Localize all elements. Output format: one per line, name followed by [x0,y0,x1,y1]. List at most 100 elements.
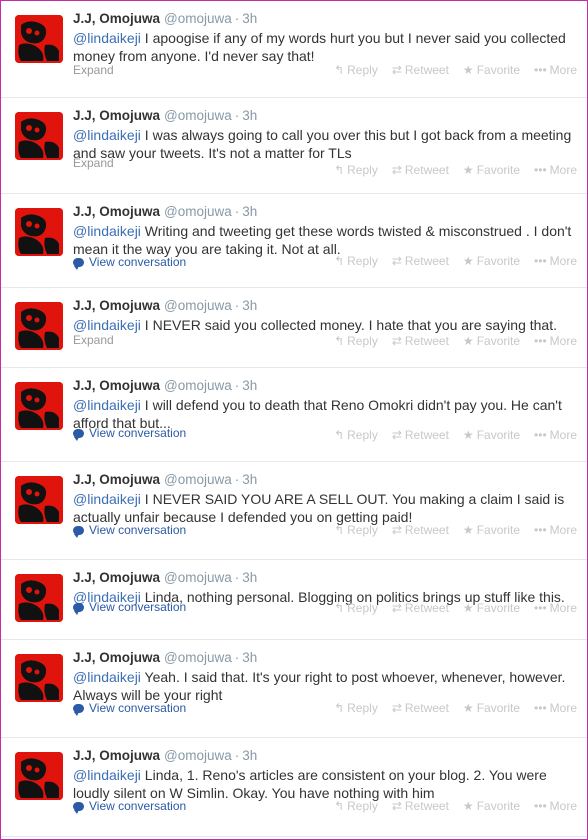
author-handle[interactable]: @omojuwa [164,204,232,219]
timestamp[interactable]: 3h [242,298,257,313]
reply-button[interactable]: ↰ Reply [334,701,378,715]
view-conversation-link[interactable]: View conversation [73,426,186,441]
reply-button[interactable]: ↰ Reply [334,799,378,813]
avatar[interactable] [15,112,63,160]
mention-link[interactable]: @lindaikeji [73,30,141,46]
favorite-button[interactable]: ★ Favorite [463,163,520,177]
timestamp[interactable]: 3h [242,650,257,665]
timestamp[interactable]: 3h [242,472,257,487]
author-handle[interactable]: @omojuwa [164,108,232,123]
author-handle[interactable]: @omojuwa [164,748,232,763]
tweet[interactable]: J.J, Omojuwa @omojuwa · 3h @lindaikeji I wil… [1,368,587,462]
more-button[interactable]: ••• More [534,63,577,77]
retweet-button[interactable]: ⇄ Retweet [392,63,449,77]
reply-button[interactable]: ↰ Reply [334,334,378,348]
reply-button[interactable]: ↰ Reply [334,63,378,77]
reply-button[interactable]: ↰ Reply [334,254,378,268]
expand-link[interactable]: Expand [73,333,114,347]
favorite-button[interactable]: ★ Favorite [463,523,520,537]
timestamp[interactable]: 3h [242,378,257,393]
retweet-button[interactable]: ⇄ Retweet [392,334,449,348]
favorite-label: Favorite [476,334,521,348]
tweet[interactable]: J.J, Omojuwa @omojuwa · 3h @lindaikeji I NEV… [1,462,587,560]
avatar[interactable] [15,208,63,256]
more-button[interactable]: ••• More [534,163,577,177]
view-conversation-link[interactable]: View conversation [73,255,186,270]
reply-button[interactable]: ↰ Reply [334,163,378,177]
tweet[interactable]: J.J, Omojuwa @omojuwa · 3h @lindaikeji I apo… [1,1,587,98]
reply-button[interactable]: ↰ Reply [334,523,378,537]
tweet[interactable]: J.J, Omojuwa @omojuwa · 3h @lindaikeji Yeah.… [1,640,587,738]
favorite-button[interactable]: ★ Favorite [463,63,520,77]
view-conversation-link[interactable]: View conversation [73,799,186,814]
favorite-button[interactable]: ★ Favorite [463,799,520,813]
mention-link[interactable]: @lindaikeji [73,223,141,239]
retweet-button[interactable]: ⇄ Retweet [392,601,449,615]
retweet-button[interactable]: ⇄ Retweet [392,701,449,715]
timestamp[interactable]: 3h [242,11,257,26]
avatar[interactable] [15,382,63,430]
author-name[interactable]: J.J, Omojuwa [73,472,160,487]
author-name[interactable]: J.J, Omojuwa [73,650,160,665]
tweet[interactable]: J.J, Omojuwa @omojuwa · 3h @lindaikeji Linda… [1,738,587,837]
avatar[interactable] [15,752,63,800]
mention-link[interactable]: @lindaikeji [73,491,141,507]
author-name[interactable]: J.J, Omojuwa [73,298,160,313]
mention-link[interactable]: @lindaikeji [73,669,141,685]
retweet-button[interactable]: ⇄ Retweet [392,254,449,268]
avatar[interactable] [15,476,63,524]
more-button[interactable]: ••• More [534,334,577,348]
view-conversation-link[interactable]: View conversation [73,701,186,716]
more-button[interactable]: ••• More [534,523,577,537]
more-button[interactable]: ••• More [534,601,577,615]
favorite-button[interactable]: ★ Favorite [463,334,520,348]
more-button[interactable]: ••• More [534,701,577,715]
author-name[interactable]: J.J, Omojuwa [73,204,160,219]
author-handle[interactable]: @omojuwa [164,298,232,313]
author-name[interactable]: J.J, Omojuwa [73,108,160,123]
author-handle[interactable]: @omojuwa [164,472,232,487]
favorite-button[interactable]: ★ Favorite [463,601,520,615]
more-button[interactable]: ••• More [534,254,577,268]
tweet[interactable]: J.J, Omojuwa @omojuwa · 3h @lindaikeji Writi… [1,194,587,288]
reply-button[interactable]: ↰ Reply [334,601,378,615]
timestamp[interactable]: 3h [242,570,257,585]
author-name[interactable]: J.J, Omojuwa [73,748,160,763]
view-conversation-link[interactable]: View conversation [73,600,186,615]
tweet[interactable]: J.J, Omojuwa @omojuwa · 3h @lindaikeji Linda… [1,560,587,640]
more-button[interactable]: ••• More [534,428,577,442]
mention-link[interactable]: @lindaikeji [73,397,141,413]
author-handle[interactable]: @omojuwa [164,378,232,393]
author-handle[interactable]: @omojuwa [164,11,232,26]
author-handle[interactable]: @omojuwa [164,650,232,665]
author-handle[interactable]: @omojuwa [164,570,232,585]
reply-button[interactable]: ↰ Reply [334,428,378,442]
retweet-button[interactable]: ⇄ Retweet [392,163,449,177]
tweet[interactable]: J.J, Omojuwa @omojuwa · 3h @lindaikeji I NEV… [1,288,587,368]
favorite-button[interactable]: ★ Favorite [463,701,520,715]
view-conversation-link[interactable]: View conversation [73,523,186,538]
avatar[interactable] [15,654,63,702]
retweet-button[interactable]: ⇄ Retweet [392,428,449,442]
timestamp[interactable]: 3h [242,108,257,123]
mention-link[interactable]: @lindaikeji [73,767,141,783]
tweet-text: @lindaikeji I NEVER said you collected m… [73,316,575,334]
author-name[interactable]: J.J, Omojuwa [73,11,160,26]
favorite-button[interactable]: ★ Favorite [463,428,520,442]
retweet-button[interactable]: ⇄ Retweet [392,523,449,537]
avatar[interactable] [15,574,63,622]
timestamp[interactable]: 3h [242,204,257,219]
author-name[interactable]: J.J, Omojuwa [73,570,160,585]
mention-link[interactable]: @lindaikeji [73,127,141,143]
retweet-button[interactable]: ⇄ Retweet [392,799,449,813]
expand-link[interactable]: Expand [73,156,114,170]
favorite-button[interactable]: ★ Favorite [463,254,520,268]
avatar[interactable] [15,302,63,350]
more-button[interactable]: ••• More [534,799,577,813]
expand-link[interactable]: Expand [73,63,114,77]
author-name[interactable]: J.J, Omojuwa [73,378,160,393]
timestamp[interactable]: 3h [242,748,257,763]
mention-link[interactable]: @lindaikeji [73,317,141,333]
avatar[interactable] [15,15,63,63]
tweet[interactable]: J.J, Omojuwa @omojuwa · 3h @lindaikeji I was… [1,98,587,194]
